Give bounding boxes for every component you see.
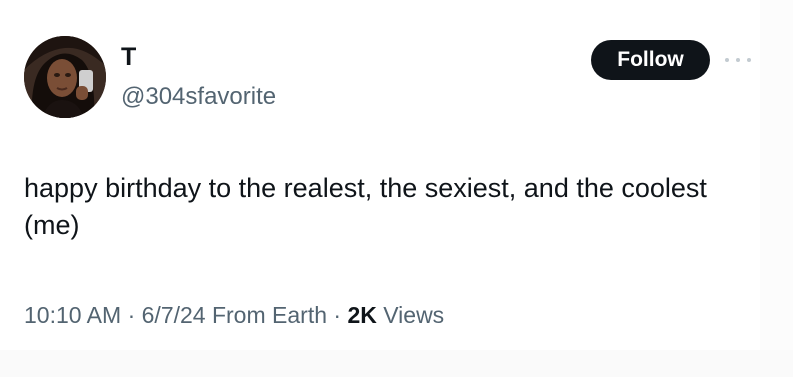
tweet-text: happy birthday to the realest, the sexie… xyxy=(24,173,707,240)
follow-button[interactable]: Follow xyxy=(591,40,710,80)
dot xyxy=(747,58,751,62)
display-name[interactable]: T xyxy=(121,42,136,72)
profile-photo-icon xyxy=(24,36,106,118)
views-label: Views xyxy=(383,302,445,328)
dot xyxy=(736,58,740,62)
tweet-time[interactable]: 10:10 AM xyxy=(24,302,121,328)
avatar[interactable] xyxy=(24,36,106,118)
user-handle[interactable]: @304sfavorite xyxy=(121,82,276,112)
right-margin xyxy=(760,0,793,350)
views-count[interactable]: 2K xyxy=(347,302,376,328)
tweet-meta: 10:10 AM · 6/7/24 From Earth · 2K Views xyxy=(24,300,444,330)
tweet-date-source: 6/7/24 From Earth xyxy=(141,302,327,328)
meta-separator: · xyxy=(127,302,142,328)
tweet-card: T @304sfavorite Follow happy birthday to… xyxy=(0,0,760,350)
more-dots-icon[interactable] xyxy=(725,50,751,70)
meta-separator: · xyxy=(333,302,348,328)
bottom-margin xyxy=(0,350,793,377)
dot xyxy=(725,58,729,62)
